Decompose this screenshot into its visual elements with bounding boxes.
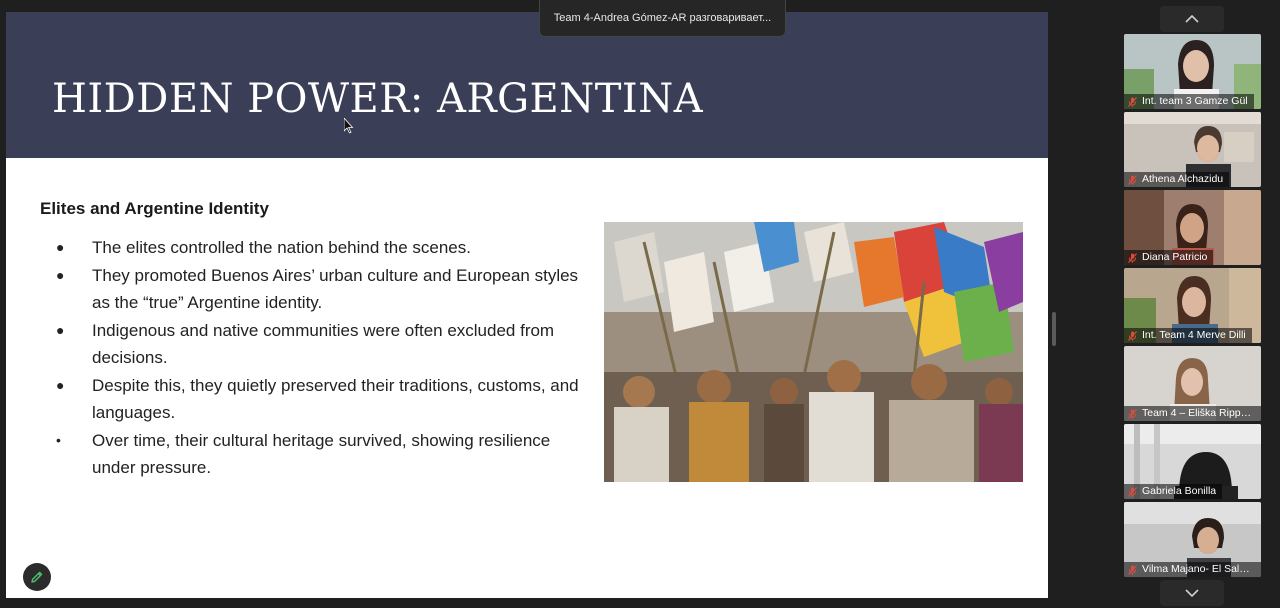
participant-name-tag: Int. team 3 Gamze Gül (1124, 94, 1254, 109)
participant-name-tag: Vilma Majano- El Salva... (1124, 562, 1261, 577)
slide-title: HIDDEN POWER: ARGENTINA (52, 76, 704, 122)
bullet-marker: ● (56, 266, 65, 283)
bullet-item: ● Indigenous and native communities were … (52, 317, 592, 372)
active-speaker-toast: Team 4-Andrea Gómez-AR разговаривает... (539, 0, 786, 37)
bullet-item: ● They promoted Buenos Aires’ urban cultu… (52, 262, 592, 317)
participant-name: Int. team 3 Gamze Gül (1142, 95, 1248, 107)
participant-tile[interactable]: Vilma Majano- El Salva... (1124, 502, 1261, 577)
participant-tile[interactable]: Gabriela Bonilla (1124, 424, 1261, 499)
bullet-list: ● The elites controlled the nation behind… (52, 234, 592, 482)
participant-name-tag: Athena Alchazidu (1124, 172, 1230, 187)
mic-off-icon (1128, 564, 1137, 575)
participant-name: Athena Alchazidu (1142, 173, 1224, 185)
participant-name: Diana Patricio (1142, 251, 1208, 263)
slide-header: HIDDEN POWER: ARGENTINA (6, 12, 1048, 158)
participant-name-tag: Team 4 – Eliška Rippov... (1124, 406, 1261, 421)
presentation-slide: HIDDEN POWER: ARGENTINA Elites and Argen… (6, 12, 1048, 598)
panel-resize-handle[interactable] (1052, 312, 1056, 346)
mic-off-icon (1128, 252, 1137, 263)
participant-name-tag: Gabriela Bonilla (1124, 484, 1223, 499)
scroll-up-button[interactable] (1160, 6, 1224, 32)
participant-tile[interactable]: Int. team 3 Gamze Gül (1124, 34, 1261, 109)
bullet-marker: • (56, 431, 61, 448)
bullet-text: Indigenous and native communities were o… (92, 320, 555, 368)
bullet-marker: ● (56, 239, 65, 255)
bullet-marker: ● (56, 376, 65, 393)
slide-photo (604, 222, 1023, 482)
mic-off-icon (1128, 486, 1137, 497)
chevron-down-icon (1185, 589, 1199, 597)
participant-name: Int. Team 4 Merve Dilli (1142, 329, 1246, 341)
participant-tile[interactable]: Team 4 – Eliška Rippov... (1124, 346, 1261, 421)
bullet-marker: ● (56, 321, 65, 338)
mic-off-icon (1128, 408, 1137, 419)
mouse-pointer-icon (344, 118, 354, 134)
section-heading: Elites and Argentine Identity (40, 199, 269, 218)
bullet-text: The elites controlled the nation behind … (92, 238, 471, 257)
mic-off-icon (1128, 174, 1137, 185)
participant-tile[interactable]: Athena Alchazidu (1124, 112, 1261, 187)
mic-off-icon (1128, 96, 1137, 107)
participant-name-tag: Diana Patricio (1124, 250, 1214, 265)
participant-name: Vilma Majano- El Salva... (1142, 563, 1255, 575)
chevron-up-icon (1185, 15, 1199, 23)
bullet-text: Despite this, they quietly preserved the… (92, 375, 579, 423)
bullet-text: Over time, their cultural heritage survi… (92, 430, 551, 478)
participant-name-tag: Int. Team 4 Merve Dilli (1124, 328, 1252, 343)
participant-tile[interactable]: Diana Patricio (1124, 190, 1261, 265)
bullet-item: • Over time, their cultural heritage surv… (52, 427, 592, 482)
bullet-item: ● The elites controlled the nation behind… (52, 234, 592, 262)
participant-name: Gabriela Bonilla (1142, 485, 1217, 497)
bullet-item: ● Despite this, they quietly preserved th… (52, 372, 592, 427)
pencil-icon (31, 571, 43, 583)
participant-name: Team 4 – Eliška Rippov... (1142, 407, 1255, 419)
edit-annotate-button[interactable] (23, 563, 51, 591)
participant-tile[interactable]: Int. Team 4 Merve Dilli (1124, 268, 1261, 343)
scroll-down-button[interactable] (1160, 580, 1224, 606)
mic-off-icon (1128, 330, 1137, 341)
protest-photo-illustration (604, 222, 1023, 482)
bullet-text: They promoted Buenos Aires’ urban cultur… (92, 265, 579, 313)
